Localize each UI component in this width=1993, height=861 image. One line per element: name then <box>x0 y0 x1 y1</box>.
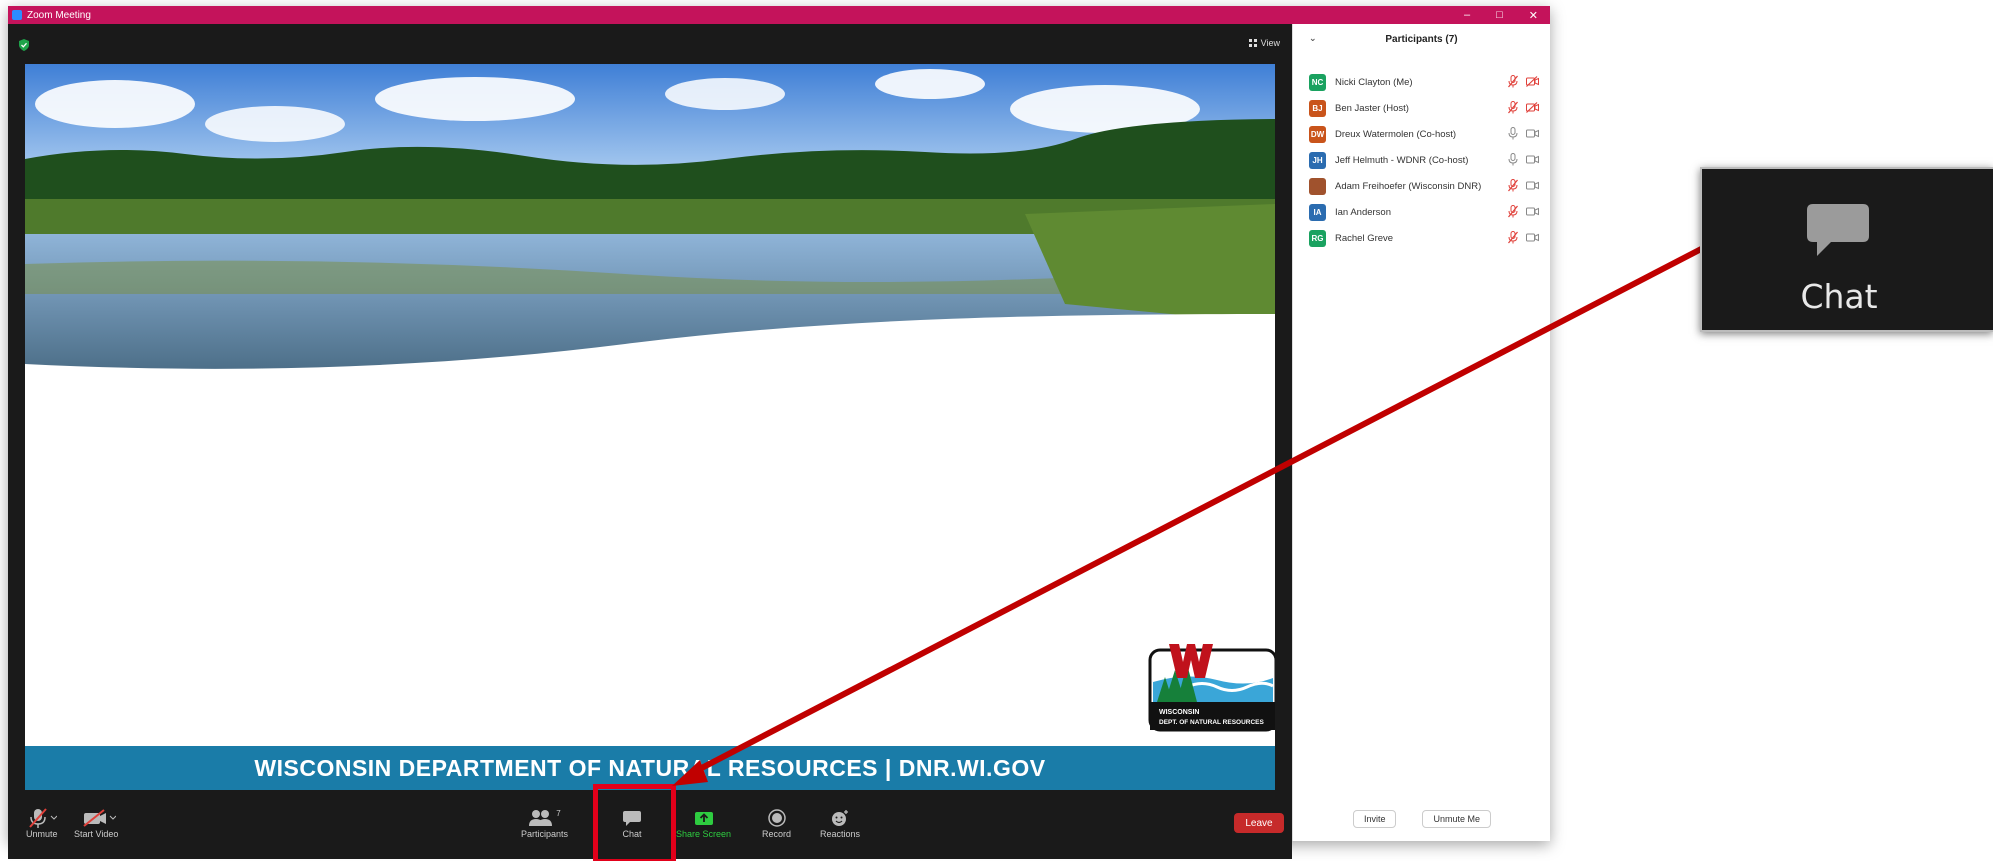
participant-avatar <box>1309 177 1326 195</box>
zoom-app-icon <box>12 10 22 20</box>
participants-count: 7 <box>556 808 561 818</box>
start-video-button[interactable]: Start Video <box>74 807 118 839</box>
reactions-button[interactable]: Reactions <box>820 807 860 839</box>
participant-name: Ben Jaster (Host) <box>1335 102 1409 114</box>
logo-text-wisconsin: WISCONSIN <box>1159 709 1199 716</box>
chat-highlight-box <box>593 784 676 861</box>
participant-status-icons <box>1508 205 1539 218</box>
video-icon[interactable] <box>1526 128 1539 139</box>
participant-name: Ian Anderson <box>1335 206 1391 218</box>
view-label: View <box>1260 38 1280 48</box>
video-off-icon <box>83 809 117 827</box>
participant-name: Dreux Watermolen (Co-host) <box>1335 128 1457 140</box>
participant-row[interactable]: JH Jeff Helmuth - WDNR (Co-host) <box>1293 148 1551 172</box>
participant-row[interactable]: DW Dreux Watermolen (Co-host) <box>1293 122 1551 146</box>
video-icon[interactable] <box>1526 206 1539 217</box>
participant-status-icons <box>1508 127 1539 140</box>
participant-row[interactable]: Adam Freihoefer (Wisconsin DNR) <box>1293 174 1551 198</box>
view-button[interactable]: View <box>1248 38 1280 48</box>
minimize-button[interactable]: – <box>1464 9 1470 21</box>
record-button[interactable]: Record <box>762 807 791 839</box>
participant-row[interactable]: BJ Ben Jaster (Host) <box>1293 96 1551 120</box>
participant-status-icons <box>1508 231 1539 244</box>
microphone-muted-icon[interactable] <box>1508 205 1518 218</box>
participant-avatar: RG <box>1309 229 1326 247</box>
microphone-icon[interactable] <box>1508 127 1518 140</box>
video-icon[interactable] <box>1526 154 1539 165</box>
wisconsin-dnr-logo: WISCONSIN DEPT. OF NATURAL RESOURCES <box>1148 644 1275 732</box>
microphone-muted-icon <box>29 808 57 828</box>
participant-row[interactable]: RG Rachel Greve <box>1293 226 1551 250</box>
microphone-icon[interactable] <box>1508 153 1518 166</box>
participant-avatar: NC <box>1309 73 1326 91</box>
participant-status-icons <box>1508 179 1539 192</box>
leave-button[interactable]: Leave <box>1234 813 1284 833</box>
shield-icon[interactable] <box>19 39 29 51</box>
participants-panel-title: Participants (7) <box>1385 33 1458 45</box>
participant-name: Rachel Greve <box>1335 232 1394 244</box>
participants-panel-footer: Invite Unmute Me <box>1293 797 1551 841</box>
participant-name: Adam Freihoefer (Wisconsin DNR) <box>1335 180 1482 192</box>
participant-avatar: JH <box>1309 151 1326 169</box>
video-icon[interactable] <box>1526 180 1539 191</box>
zoom-meeting-window: Zoom Meeting – □ ✕ View WISCONSIN DEPT. … <box>8 6 1550 859</box>
start-video-label: Start Video <box>74 829 119 839</box>
participant-row[interactable]: IA Ian Anderson <box>1293 200 1551 224</box>
title-bar: Zoom Meeting – □ ✕ <box>8 6 1550 24</box>
callout-chat-label: Chat <box>1800 277 1878 316</box>
participant-avatar: IA <box>1309 203 1326 221</box>
participants-button[interactable]: 7 Participants <box>521 807 569 840</box>
microphone-muted-icon[interactable] <box>1508 231 1518 244</box>
participant-status-icons <box>1508 153 1539 166</box>
share-screen-button[interactable]: Share Screen <box>676 807 731 839</box>
window-title: Zoom Meeting <box>27 9 91 21</box>
participants-icon <box>529 810 553 826</box>
wetland-landscape-image <box>25 64 1275 374</box>
reactions-label: Reactions <box>820 829 861 839</box>
participant-status-icons <box>1508 101 1539 114</box>
microphone-muted-icon[interactable] <box>1508 75 1518 88</box>
unmute-me-button[interactable]: Unmute Me <box>1422 810 1492 828</box>
close-button[interactable]: ✕ <box>1529 9 1538 22</box>
record-label: Record <box>762 829 792 839</box>
participants-label: Participants <box>521 829 569 839</box>
chevron-down-icon[interactable]: ⌄ <box>1309 33 1317 44</box>
meeting-area: View WISCONSIN DEPT. OF NATURAL RESOURCE… <box>8 24 1292 859</box>
participant-avatar: DW <box>1309 125 1326 143</box>
participant-name: Jeff Helmuth - WDNR (Co-host) <box>1335 154 1469 166</box>
microphone-muted-icon[interactable] <box>1508 179 1518 192</box>
participant-row[interactable]: NC Nicki Clayton (Me) <box>1293 70 1551 94</box>
video-icon[interactable] <box>1526 232 1539 243</box>
reactions-smiley-icon <box>832 810 849 826</box>
invite-button[interactable]: Invite <box>1352 810 1397 828</box>
chat-bubble-icon <box>1807 204 1869 256</box>
screenshot-stage: Zoom Meeting – □ ✕ View WISCONSIN DEPT. … <box>0 0 1993 861</box>
participants-panel-header: ⌄ Participants (7) <box>1293 24 1550 54</box>
window-controls: – □ ✕ <box>1464 6 1546 24</box>
unmute-label: Unmute <box>26 829 58 839</box>
video-off-icon[interactable] <box>1526 102 1539 113</box>
share-screen-label: Share Screen <box>676 829 732 839</box>
participant-avatar: BJ <box>1309 99 1326 117</box>
participants-panel: ⌄ Participants (7) NC Nicki Clayton (Me) B… <box>1292 24 1550 841</box>
chat-callout-zoom: Chat <box>1700 167 1993 332</box>
unmute-button[interactable]: Unmute <box>26 807 58 839</box>
grid-icon <box>1248 39 1257 47</box>
participant-name: Nicki Clayton (Me) <box>1335 76 1413 88</box>
maximize-button[interactable]: □ <box>1496 9 1503 21</box>
record-icon <box>767 809 786 827</box>
microphone-muted-icon[interactable] <box>1508 101 1518 114</box>
logo-text-dnr: DEPT. OF NATURAL RESOURCES <box>1159 719 1265 726</box>
share-screen-icon <box>694 812 713 825</box>
participant-status-icons <box>1508 75 1539 88</box>
video-off-icon[interactable] <box>1526 76 1539 87</box>
shared-slide: WISCONSIN DEPT. OF NATURAL RESOURCES WIS… <box>25 64 1275 790</box>
